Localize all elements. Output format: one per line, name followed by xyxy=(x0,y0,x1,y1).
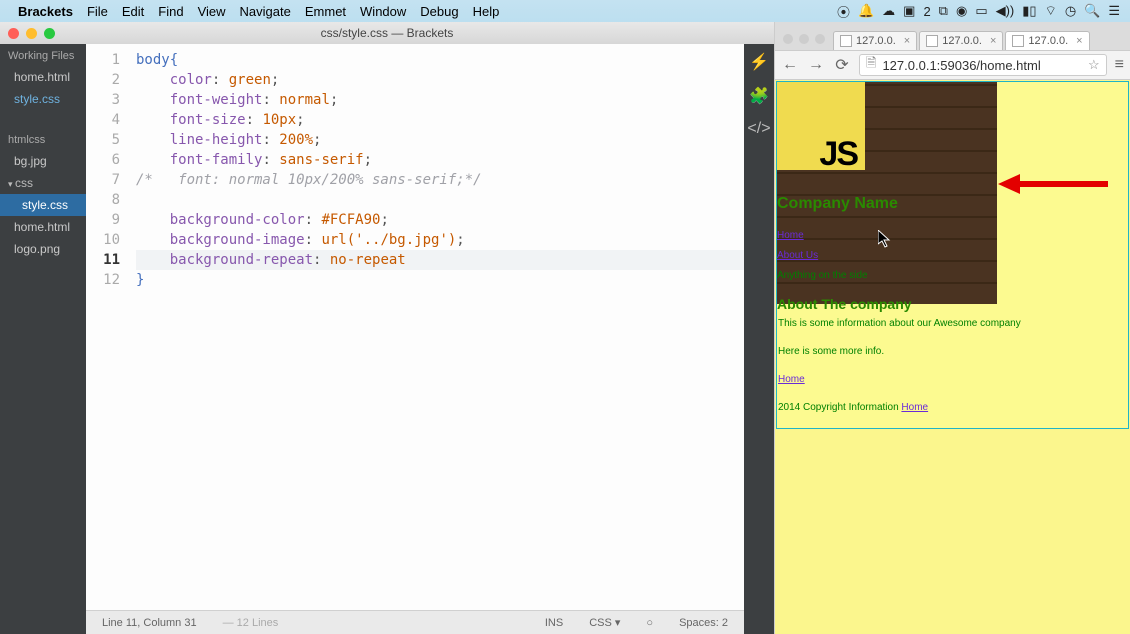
extensions-icon[interactable]: 🧩 xyxy=(749,86,769,106)
copyright-link[interactable]: Home xyxy=(901,402,928,413)
close-icon[interactable]: × xyxy=(990,35,996,47)
code-line-1: body{ xyxy=(136,52,178,68)
about-p2: Here is some more info. xyxy=(778,342,1127,362)
rendered-page: JS Company Name Home About Us Anything o… xyxy=(776,81,1129,429)
live-preview-icon[interactable]: ⚡ xyxy=(749,52,769,72)
sync-icon[interactable]: ◉ xyxy=(956,3,967,19)
favicon-icon xyxy=(1012,35,1024,47)
status-icon[interactable]: ⦿ xyxy=(837,2,850,21)
menu-emmet[interactable]: Emmet xyxy=(305,4,346,19)
nav-link-about[interactable]: About Us xyxy=(777,246,997,266)
editor-titlebar: css/style.css — Brackets xyxy=(0,22,774,44)
browser-tabstrip: 127.0.0.× 127.0.0.× 127.0.0.× xyxy=(775,22,1130,50)
status-lang[interactable]: CSS ▾ xyxy=(583,616,626,629)
tree-css-folder[interactable]: css xyxy=(0,172,86,194)
menu-view[interactable]: View xyxy=(198,4,226,19)
tree-bg-jpg[interactable]: bg.jpg xyxy=(0,150,86,172)
close-icon[interactable] xyxy=(8,28,19,39)
page-content: This is some information about our Aweso… xyxy=(777,304,1128,428)
menu-edit[interactable]: Edit xyxy=(122,4,144,19)
adobe-count: 2 xyxy=(923,4,930,19)
menu-find[interactable]: Find xyxy=(158,4,183,19)
menu-navigate[interactable]: Navigate xyxy=(240,4,291,19)
code-editor[interactable]: 123456789101112 body{ color: green; font… xyxy=(86,44,744,634)
favicon-icon xyxy=(840,35,852,47)
about-heading: About The company xyxy=(777,292,997,316)
copyright: 2014 Copyright Information Home xyxy=(778,398,1127,418)
company-name: Company Name xyxy=(777,190,997,216)
about-p1: This is some information about our Aweso… xyxy=(778,314,1127,334)
tree-logo-png[interactable]: logo.png xyxy=(0,238,86,260)
browser-viewport: JS Company Name Home About Us Anything o… xyxy=(775,80,1130,634)
battery-icon[interactable]: ▮▯ xyxy=(1022,3,1036,19)
cursor-icon xyxy=(878,230,892,248)
gutter: 123456789101112 xyxy=(86,44,130,610)
brackets-window: css/style.css — Brackets Working Files h… xyxy=(0,22,775,634)
mac-menubar: Brackets File Edit Find View Navigate Em… xyxy=(0,0,1130,22)
close-icon[interactable]: × xyxy=(904,35,910,47)
status-bar: Line 11, Column 31 — 12 Lines INS CSS ▾ … xyxy=(86,610,744,634)
address-text: 127.0.0.1:59036/home.html xyxy=(882,58,1040,73)
maximize-icon[interactable] xyxy=(44,28,55,39)
browser-toolbar: ← → ⟳ 🗎 127.0.0.1:59036/home.html ☆ ≡ xyxy=(775,50,1130,80)
browser-window-controls[interactable] xyxy=(783,34,831,50)
js-logo: JS xyxy=(777,82,865,170)
footer-link-home[interactable]: Home xyxy=(778,374,805,385)
working-files-label: Working Files xyxy=(0,44,86,66)
wifi-icon[interactable]: ⌔ xyxy=(1045,3,1057,19)
reload-icon[interactable]: ⟳ xyxy=(833,55,851,75)
minimize-icon[interactable] xyxy=(26,28,37,39)
window-title: css/style.css — Brackets xyxy=(0,26,774,40)
menu-debug[interactable]: Debug xyxy=(420,4,458,19)
browser-tab-2[interactable]: 127.0.0.× xyxy=(919,31,1003,50)
nav-text: Anything on the side xyxy=(777,266,997,286)
display-icon[interactable]: ▭ xyxy=(975,3,987,19)
browser-menu-icon[interactable]: ≡ xyxy=(1115,56,1124,74)
notification-icon[interactable]: 🔔 xyxy=(858,3,874,19)
status-ins[interactable]: INS xyxy=(539,617,569,629)
code-tag-icon[interactable]: </> xyxy=(747,120,770,138)
status-cursor: Line 11, Column 31 xyxy=(96,617,203,629)
favicon-icon xyxy=(926,35,938,47)
browser-tab-3[interactable]: 127.0.0.× xyxy=(1005,31,1089,50)
tree-style-css[interactable]: style.css xyxy=(0,194,86,216)
status-total: — 12 Lines xyxy=(217,617,285,629)
menu-help[interactable]: Help xyxy=(473,4,500,19)
close-icon[interactable]: × xyxy=(1076,35,1082,47)
right-rail: ⚡ 🧩 </> xyxy=(744,44,774,634)
volume-icon[interactable]: ◀)) xyxy=(996,3,1015,19)
project-label[interactable]: htmlcss xyxy=(0,128,86,150)
working-file-home[interactable]: home.html xyxy=(0,66,86,88)
tree-home-html[interactable]: home.html xyxy=(0,216,86,238)
browser-window: 127.0.0.× 127.0.0.× 127.0.0.× ← → ⟳ 🗎 12… xyxy=(775,22,1130,634)
address-bar[interactable]: 🗎 127.0.0.1:59036/home.html ☆ xyxy=(859,54,1107,76)
menu-list-icon[interactable]: ☰ xyxy=(1108,3,1120,19)
app-name[interactable]: Brackets xyxy=(18,4,73,19)
page-icon: 🗎 xyxy=(866,54,876,76)
adobe-icon[interactable]: ▣ xyxy=(903,3,915,19)
code-lines[interactable]: body{ color: green; font-weight: normal;… xyxy=(130,44,744,610)
menu-file[interactable]: File xyxy=(87,4,108,19)
hero-section: JS Company Name Home About Us Anything o… xyxy=(777,82,997,304)
sidebar: Working Files home.html style.css htmlcs… xyxy=(0,44,86,634)
cloud-icon[interactable]: ☁ xyxy=(882,3,895,19)
status-circle-icon[interactable]: ○ xyxy=(640,617,659,629)
bookmark-icon[interactable]: ☆ xyxy=(1088,57,1100,73)
working-file-style[interactable]: style.css xyxy=(0,88,86,110)
back-icon[interactable]: ← xyxy=(781,56,799,74)
status-spaces[interactable]: Spaces: 2 xyxy=(673,617,734,629)
clock-icon[interactable]: ◷ xyxy=(1065,3,1076,19)
forward-icon[interactable]: → xyxy=(807,56,825,74)
code-comment: /* font: normal 10px/200% sans-serif;*/ xyxy=(136,172,482,188)
search-icon[interactable]: 🔍 xyxy=(1084,3,1100,19)
dropbox-icon[interactable]: ⧉ xyxy=(939,3,948,19)
browser-tab-1[interactable]: 127.0.0.× xyxy=(833,31,917,50)
menu-window[interactable]: Window xyxy=(360,4,406,19)
